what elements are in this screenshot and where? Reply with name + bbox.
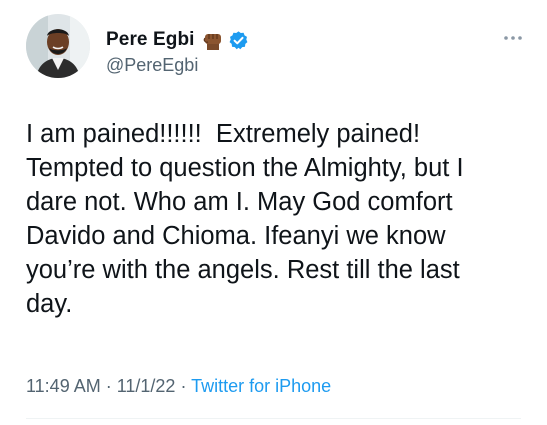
meta-separator: · <box>100 376 117 396</box>
author-handle[interactable]: @PereEgbi <box>106 55 198 76</box>
tweet-date[interactable]: 11/1/22 <box>117 376 176 396</box>
tweet-card: Pere Egbi @PereEgbi I am pained!!!!!! Ex… <box>0 0 547 425</box>
tweet-time[interactable]: 11:49 AM <box>26 376 101 396</box>
author-display-name[interactable]: Pere Egbi <box>106 29 195 51</box>
tweet-metadata: 11:49 AM · 11/1/22 · Twitter for iPhone <box>26 376 331 397</box>
verified-badge-icon[interactable] <box>228 30 249 51</box>
tweet-source-link[interactable]: Twitter for iPhone <box>191 376 331 396</box>
meta-separator: · <box>175 376 192 396</box>
raised-fist-icon <box>203 29 223 51</box>
tweet-text: I am pained!!!!!! Extremely pained! Temp… <box>26 120 464 318</box>
avatar-photo <box>26 14 90 78</box>
avatar[interactable] <box>26 14 90 78</box>
divider <box>26 418 521 419</box>
author-name-row: Pere Egbi <box>106 28 249 52</box>
more-options-icon[interactable] <box>502 30 524 40</box>
